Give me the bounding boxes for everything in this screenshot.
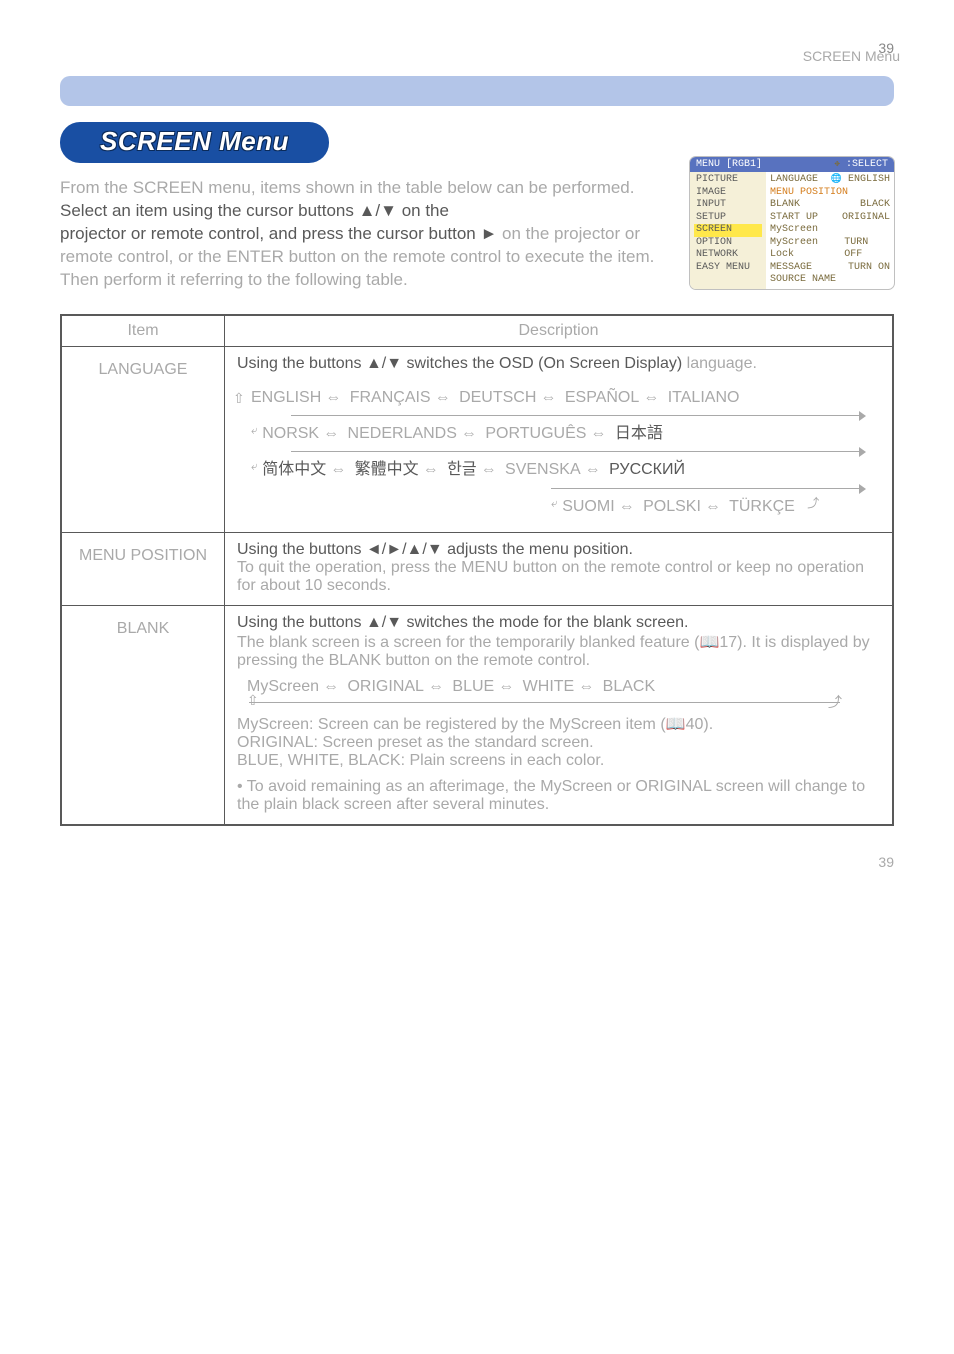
lang-item: ITALIANO bbox=[668, 389, 740, 406]
blank-row-myscreen: MyScreen: Screen can be registered by th… bbox=[237, 714, 880, 734]
select-icon: ✥ bbox=[835, 159, 840, 169]
lang-item: NEDERLANDS bbox=[348, 425, 457, 442]
down-arrow-icon: ⤶ bbox=[551, 496, 558, 510]
lang-item: SVENSKA bbox=[505, 461, 581, 478]
blank-opt: WHITE bbox=[523, 678, 575, 695]
intro-line-1: Select an item using the cursor buttons … bbox=[60, 200, 674, 223]
down-arrow-icon: ⤶ bbox=[251, 459, 258, 473]
osd-left-item: INPUT bbox=[694, 199, 762, 212]
osd-left-col: PICTURE IMAGE INPUT SETUP SCREEN OPTION … bbox=[690, 172, 766, 289]
page-number-bottom: 39 bbox=[60, 854, 894, 870]
lang-item: POLSKI bbox=[643, 498, 701, 515]
osd-row-key: BLANK bbox=[770, 199, 800, 212]
header-bar bbox=[60, 76, 894, 106]
blank-opt: BLACK bbox=[603, 678, 655, 695]
lang-item: FRANÇAIS bbox=[350, 389, 431, 406]
osd-row-key: MyScreen bbox=[770, 224, 818, 237]
intro-text: From the SCREEN menu, items shown in the… bbox=[60, 177, 674, 292]
osd-row-val: TURN ON bbox=[848, 262, 890, 275]
blank-options-flow: MyScreen⇔ ORIGINAL⇔ BLUE⇔ WHITE⇔ BLACK ⇧… bbox=[237, 678, 880, 708]
lang-item: ESPAÑOL bbox=[565, 389, 639, 406]
table-header-desc: Description bbox=[225, 315, 894, 347]
blank-note: • To avoid remaining as an afterimage, t… bbox=[237, 778, 880, 814]
settings-table: Item Description LANGUAGE Using the butt… bbox=[60, 314, 894, 827]
osd-row-val: ENGLISH bbox=[848, 174, 890, 185]
osd-top-left: MENU [RGB1] bbox=[696, 159, 762, 170]
osd-left-item: EASY MENU bbox=[694, 262, 762, 275]
up-arrow-icon: ⤴ bbox=[807, 496, 819, 510]
osd-row-key: SOURCE NAME bbox=[770, 274, 836, 287]
osd-left-item: IMAGE bbox=[694, 187, 762, 200]
osd-row-key: MyScreen Lock bbox=[770, 237, 844, 262]
up-arrow-icon: ⇧ bbox=[233, 385, 245, 412]
lang-item: NORSK bbox=[262, 425, 319, 442]
osd-row-key: START UP bbox=[770, 212, 818, 225]
lang-item: DEUTSCH bbox=[459, 389, 536, 406]
blank-row-colors: BLUE, WHITE, BLACK: Plain screens in eac… bbox=[237, 752, 880, 770]
osd-left-item-selected: SCREEN bbox=[694, 224, 762, 237]
intro-lead: From the SCREEN menu, items shown in the… bbox=[60, 177, 674, 200]
lang-item: 한글 bbox=[447, 461, 476, 478]
lang-item: ENGLISH bbox=[251, 389, 321, 406]
osd-top-right-label: :SELECT bbox=[846, 159, 888, 170]
osd-row-key: LANGUAGE bbox=[770, 174, 818, 187]
row-name-menu-position: MENU POSITION bbox=[61, 533, 225, 606]
osd-row-key-selected: MENU POSITION bbox=[770, 187, 848, 200]
osd-row-val: BLACK bbox=[860, 199, 890, 212]
globe-icon: 🌐 bbox=[831, 174, 842, 185]
title-pill: SCREEN Menu bbox=[60, 122, 329, 163]
up-arrow-icon: ⤴ bbox=[828, 692, 842, 712]
osd-row-key: MESSAGE bbox=[770, 262, 812, 275]
osd-left-item: SETUP bbox=[694, 212, 762, 225]
osd-row-val: TURN OFF bbox=[844, 237, 890, 262]
lang-item: SUOMI bbox=[562, 498, 614, 515]
down-arrow-icon: ⤶ bbox=[251, 423, 258, 437]
osd-left-item: OPTION bbox=[694, 237, 762, 250]
language-desc-b: language. bbox=[682, 355, 757, 372]
row-name-language: LANGUAGE bbox=[61, 346, 225, 533]
row-name-blank: BLANK bbox=[61, 606, 225, 826]
lang-item: РУССКИЙ bbox=[609, 461, 685, 478]
osd-right-col: LANGUAGE 🌐 ENGLISH MENU POSITION BLANK BLA… bbox=[766, 172, 894, 289]
osd-left-item: PICTURE bbox=[694, 174, 762, 187]
up-arrow-icon: ⇧ bbox=[247, 692, 259, 709]
lang-item: TÜRKÇE bbox=[729, 498, 795, 515]
blank-opt: BLUE bbox=[452, 678, 494, 695]
book-icon: 📖 bbox=[666, 716, 686, 733]
osd-figure: MENU [RGB1] ✥ :SELECT PICTURE IMAGE INPU… bbox=[690, 157, 894, 289]
language-flow: ⇧ ENGLISH⇔ FRANÇAIS⇔ DEUTSCH⇔ ESPAÑOL⇔ I… bbox=[237, 383, 880, 523]
menuposition-desc-2: To quit the operation, press the MENU bu… bbox=[237, 559, 880, 595]
blank-row-original: ORIGINAL: Screen preset as the standard … bbox=[237, 734, 880, 752]
page-number-top: 39 bbox=[60, 40, 894, 56]
blank-desc-2: The blank screen is a screen for the tem… bbox=[237, 632, 880, 670]
intro-line-2a: projector or remote control, and press t… bbox=[60, 224, 497, 243]
blank-desc-1: Using the buttons ▲/▼ switches the mode … bbox=[237, 614, 880, 632]
lang-item: 繁體中文 bbox=[355, 461, 419, 478]
menuposition-desc-1: Using the buttons ◄/►/▲/▼ adjusts the me… bbox=[237, 541, 880, 559]
osd-row-val: ORIGINAL bbox=[842, 212, 890, 225]
language-desc-a: Using the buttons ▲/▼ switches the OSD (… bbox=[237, 355, 682, 372]
table-header-item: Item bbox=[61, 315, 225, 347]
blank-opt: ORIGINAL bbox=[347, 678, 423, 695]
lang-item: 简体中文 bbox=[262, 461, 326, 478]
lang-item: 日本語 bbox=[615, 425, 663, 442]
lang-item: PORTUGUÊS bbox=[485, 425, 586, 442]
osd-left-item: NETWORK bbox=[694, 249, 762, 262]
book-icon: 📖 bbox=[699, 634, 719, 651]
section-header-label: SCREEN Menu bbox=[803, 48, 900, 64]
